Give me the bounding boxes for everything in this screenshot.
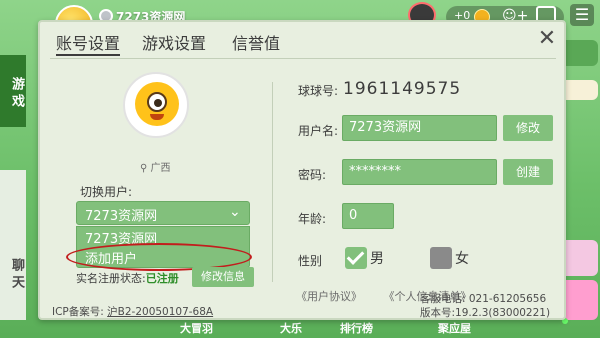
icp-label: ICP备案号:	[52, 306, 104, 318]
chevron-down-icon: ⌄	[229, 204, 241, 220]
side-tab-game[interactable]: 游戏	[0, 55, 26, 127]
gender-label: 性别	[298, 254, 323, 268]
bottom-nav-item[interactable]: 大乐	[280, 320, 302, 336]
user-select[interactable]: 7273资源网 ⌄	[76, 201, 250, 225]
username-field[interactable]: 7273资源网	[342, 115, 497, 141]
real-name-status: 实名注册状态:已注册	[76, 270, 179, 286]
version-number: 版本号:19.2.3(83000221)	[420, 307, 551, 319]
icp-info: ICP备案号: 沪B2-20050107-68A	[52, 304, 213, 319]
mascot-icon	[135, 82, 179, 126]
settings-dialog: 账号设置 游戏设置 信誉值 ✕ ⚲ 广西 切换用户: 7273资源网 ⌄ 727…	[38, 20, 566, 320]
service-phone: 客服电话: 021-61205656	[420, 293, 547, 305]
tab-game-settings[interactable]: 游戏设置	[142, 30, 206, 54]
password-field[interactable]: ********	[342, 159, 497, 185]
icp-link[interactable]: 沪B2-20050107-68A	[107, 306, 213, 318]
account-no: 1961149575	[343, 79, 462, 99]
password-label: 密码:	[298, 168, 327, 182]
age-label: 年龄:	[298, 212, 327, 226]
real-name-label: 实名注册状态:	[76, 272, 146, 285]
side-tab-chat[interactable]: 聊天	[0, 170, 26, 320]
selected-user: 7273资源网	[85, 209, 158, 224]
male-checkbox[interactable]	[345, 247, 367, 269]
age-field[interactable]: 0	[342, 203, 394, 229]
account-no-label: 球球号:	[298, 84, 339, 98]
modify-username-button[interactable]: 修改	[503, 115, 553, 141]
bottom-nav-item[interactable]: 大冒羽	[180, 320, 213, 336]
avatar[interactable]	[123, 72, 189, 138]
create-password-button[interactable]: 创建	[503, 159, 553, 185]
tab-account-settings[interactable]: 账号设置	[56, 30, 121, 56]
male-label: 男	[370, 251, 384, 267]
bottom-nav-item[interactable]: 聚应屋	[438, 320, 471, 336]
location-text: 广西	[150, 163, 171, 174]
female-label: 女	[455, 251, 469, 267]
close-icon[interactable]: ✕	[536, 28, 558, 50]
bottom-nav: 大冒羽 大乐 排行榜 聚应屋	[150, 318, 510, 338]
female-checkbox[interactable]	[430, 247, 452, 269]
divider	[272, 82, 273, 282]
divider	[50, 58, 556, 59]
username-label: 用户名:	[298, 124, 339, 138]
real-name-value: 已注册	[145, 272, 179, 285]
tab-credit[interactable]: 信誉值	[232, 30, 280, 54]
switch-user-label: 切换用户:	[80, 185, 133, 199]
bottom-nav-item[interactable]: 排行榜	[340, 320, 373, 336]
service-info: 客服电话: 021-61205656 版本号:19.2.3(83000221)	[420, 292, 550, 320]
location-pin-icon: ⚲	[140, 163, 151, 174]
menu-icon[interactable]: ☰	[570, 4, 594, 26]
modify-info-button[interactable]: 修改信息	[192, 267, 254, 287]
user-agreement-link[interactable]: 《用户协议》	[296, 290, 362, 303]
location: ⚲ 广西	[140, 159, 171, 174]
